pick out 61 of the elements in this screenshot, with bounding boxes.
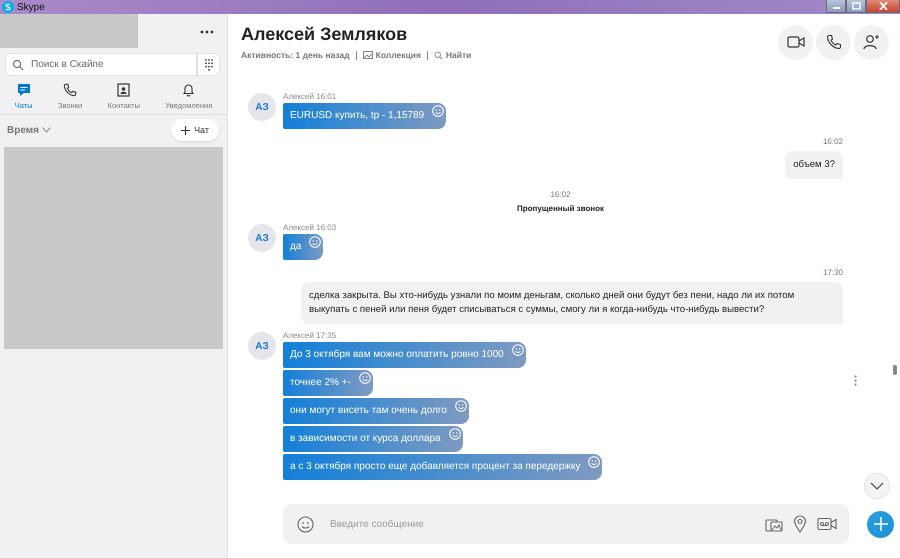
bell-icon [182,82,196,96]
timestamp: 16:02 [550,190,571,199]
minimize-button[interactable] [826,0,846,13]
phone-icon [826,34,842,50]
message-bubble: а с 3 октября просто еще добавляется процент за передержку [283,454,602,480]
maximize-icon [852,2,860,10]
message-bubble: До 3 октября вам можно оплатить ровно 1000 [283,342,526,368]
plus-icon [874,517,888,531]
gallery-link[interactable]: Коллекция [362,50,421,60]
scroll-down-button[interactable] [864,473,890,499]
emoji-icon[interactable] [297,516,314,532]
phone-icon [63,82,78,96]
message-bubble: в зависимости от курса доллара [283,426,463,452]
search-link[interactable]: Найти [434,50,472,60]
sort-dropdown[interactable]: Время [7,124,51,136]
close-icon [878,2,888,10]
message-meta: Алексей 17:35 [283,331,336,340]
call-button[interactable] [816,24,851,60]
search-icon [12,58,24,70]
message-input-field[interactable]: Введите сообщение [328,518,755,530]
message-bubble: они могут висеть там очень долго [283,398,469,424]
message-bubble: сделка закрыта. Вы хто-нибудь узнали по моим деньгам, сколько дней они будут без пени, надо ли их потом выкупать с пеней или пеня будет списываться с суммы, смогу ли я когда-нибудь что-нибудь вывести? [301,282,843,324]
chevron-icon [42,127,51,133]
chevron-icon [870,482,884,490]
video-call-button[interactable] [778,24,813,60]
close-button[interactable] [866,0,900,13]
message-meta: Алексей 16:01 [283,92,336,101]
search-input[interactable]: Поиск в Скайпе [29,58,183,71]
search-icon [434,50,443,60]
missed-call-notice: Пропущенный звонок [516,204,604,213]
contact-card-icon [117,82,130,96]
video-message-icon[interactable] [817,517,837,531]
search-field[interactable]: Поиск в Скайпе [5,53,197,76]
add-button[interactable] [867,510,894,538]
scrollbar-thumb[interactable] [893,365,897,375]
window-title: Skype [17,2,45,12]
maximize-button[interactable] [846,0,866,13]
avatar[interactable]: АЗ [248,224,276,252]
message-meta: Алексей 16:03 [283,223,336,232]
plus-icon [181,126,190,134]
message-bubble: объем 3? [785,151,843,179]
message-bubble: EURUSD купить, tp - 1,15789 [283,103,446,129]
contact-name: Алексей Земляков [241,24,408,45]
avatar[interactable]: АЗ [248,93,276,121]
video-camera-icon [786,35,804,49]
location-icon[interactable] [793,515,807,533]
status-text: Активность: 1 день назад [241,50,350,60]
chat-icon [16,82,31,96]
message-bubble: да [283,234,324,260]
image-icon [362,51,373,59]
options-icon[interactable] [852,374,858,386]
timestamp: 17:30 [822,268,843,277]
dialpad-icon[interactable] [197,53,220,76]
skype-logo-icon [2,1,14,13]
more-icon[interactable] [199,28,215,36]
add-person-icon [862,34,880,50]
new-chat-button[interactable]: Чат [171,119,219,141]
avatar[interactable]: АЗ [248,332,276,360]
timestamp: 16:02 [822,137,843,146]
message-bubble: точнее 2% +- [283,370,373,396]
add-person-button[interactable] [854,24,889,60]
